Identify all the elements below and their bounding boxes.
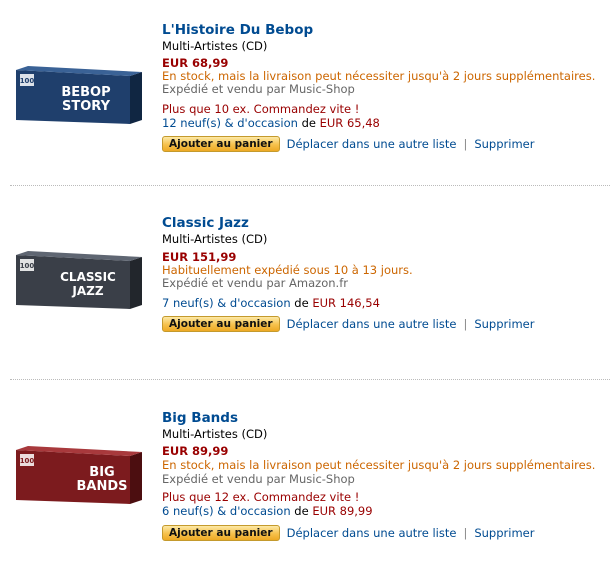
item-title[interactable]: L'Histoire Du Bebop: [162, 22, 313, 39]
shipper-text: Expédié et vendu par Music-Shop: [162, 82, 355, 96]
delete-link[interactable]: Supprimer: [474, 317, 534, 331]
stock-notice: Plus que 10 ex. Commandez vite !: [162, 102, 360, 116]
svg-text:BIG: BIG: [89, 465, 114, 480]
offers-line: 6 neuf(s) & d'occasion de EUR 89,99: [162, 504, 373, 518]
offers-link[interactable]: 7 neuf(s) & d'occasion: [162, 296, 291, 310]
action-separator: |: [463, 137, 468, 151]
availability-text: Habituellement expédié sous 10 à 13 jour…: [162, 263, 413, 277]
svg-text:100: 100: [20, 457, 35, 465]
product-image[interactable]: 100 BIG BANDS: [12, 444, 144, 508]
add-to-cart-button[interactable]: Ajouter au panier: [162, 525, 280, 541]
item-price: EUR 89,99: [162, 444, 229, 458]
shipper-text: Expédié et vendu par Amazon.fr: [162, 276, 348, 290]
offers-price: EUR 146,54: [312, 296, 380, 310]
move-to-list-link[interactable]: Déplacer dans une autre liste: [287, 137, 457, 151]
offers-price: EUR 65,48: [319, 116, 380, 130]
svg-text:100: 100: [20, 262, 35, 270]
delete-link[interactable]: Supprimer: [474, 526, 534, 540]
offers-price: EUR 89,99: [312, 504, 373, 518]
offers-line: 12 neuf(s) & d'occasion de EUR 65,48: [162, 116, 380, 130]
item-artist: Multi-Artistes (CD): [162, 232, 268, 246]
add-to-cart-button[interactable]: Ajouter au panier: [162, 136, 280, 152]
item-actions: Ajouter au panier Déplacer dans une autr…: [162, 316, 534, 332]
offers-link[interactable]: 12 neuf(s) & d'occasion: [162, 116, 298, 130]
wishlist-item: 100 BEBOP STORY L'Histoire Du Bebop Mult…: [0, 22, 612, 162]
item-price: EUR 68,99: [162, 56, 229, 70]
svg-text:STORY: STORY: [62, 99, 111, 114]
item-artist: Multi-Artistes (CD): [162, 39, 268, 53]
offers-from-label: de: [294, 504, 309, 518]
item-price: EUR 151,99: [162, 250, 237, 264]
stock-notice: Plus que 12 ex. Commandez vite !: [162, 490, 360, 504]
offers-from-label: de: [294, 296, 309, 310]
product-image[interactable]: 100 CLASSIC JAZZ: [12, 249, 144, 313]
svg-text:JAZZ: JAZZ: [71, 284, 103, 298]
availability-text: En stock, mais la livraison peut nécessi…: [162, 69, 596, 83]
item-artist: Multi-Artistes (CD): [162, 427, 268, 441]
wishlist-item: 100 BIG BANDS Big Bands Multi-Artistes (…: [0, 410, 612, 550]
shipper-text: Expédié et vendu par Music-Shop: [162, 472, 355, 486]
availability-text: En stock, mais la livraison peut nécessi…: [162, 458, 596, 472]
offers-link[interactable]: 6 neuf(s) & d'occasion: [162, 504, 291, 518]
wishlist-item: 100 CLASSIC JAZZ Classic Jazz Multi-Arti…: [0, 215, 612, 355]
item-actions: Ajouter au panier Déplacer dans une autr…: [162, 136, 534, 152]
move-to-list-link[interactable]: Déplacer dans une autre liste: [287, 317, 457, 331]
item-actions: Ajouter au panier Déplacer dans une autr…: [162, 525, 534, 541]
svg-text:BEBOP: BEBOP: [61, 85, 110, 100]
item-title[interactable]: Big Bands: [162, 410, 238, 427]
action-separator: |: [463, 317, 468, 331]
item-divider: [10, 379, 610, 380]
svg-text:100: 100: [20, 77, 35, 85]
svg-text:CLASSIC: CLASSIC: [60, 270, 116, 284]
delete-link[interactable]: Supprimer: [474, 137, 534, 151]
item-divider: [10, 185, 610, 186]
item-title[interactable]: Classic Jazz: [162, 215, 249, 232]
offers-line: 7 neuf(s) & d'occasion de EUR 146,54: [162, 296, 380, 310]
offers-from-label: de: [301, 116, 316, 130]
add-to-cart-button[interactable]: Ajouter au panier: [162, 316, 280, 332]
move-to-list-link[interactable]: Déplacer dans une autre liste: [287, 526, 457, 540]
action-separator: |: [463, 526, 468, 540]
product-image[interactable]: 100 BEBOP STORY: [12, 64, 144, 128]
svg-text:BANDS: BANDS: [76, 479, 127, 494]
